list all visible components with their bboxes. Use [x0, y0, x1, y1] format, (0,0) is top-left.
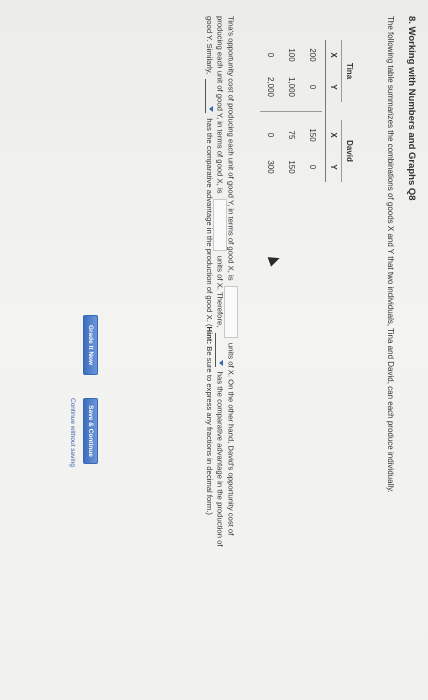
table-cell: 0 — [308, 164, 317, 170]
group-header-tina: Tina — [345, 62, 354, 80]
paragraph-text: has the comparative advantage in the pro… — [205, 118, 214, 327]
intro-text: The following table summarizes the combi… — [386, 16, 395, 493]
column-header: Y — [329, 164, 338, 170]
paragraph-text: producing each unit of good Y, in terms … — [215, 16, 225, 194]
production-table: Tina David X Y X Y 200 0 150 0 100 1,000… — [254, 40, 354, 190]
hint-label: Hint: — [205, 326, 214, 345]
question-page: 8. Working with Numbers and Graphs Q8 Th… — [0, 0, 428, 700]
paragraph-text: has the comparative advantage in the pro… — [215, 371, 225, 547]
table-cell: 300 — [266, 160, 275, 174]
chevron-down-icon — [219, 359, 224, 366]
table-cell: 2,000 — [266, 76, 275, 98]
continue-without-saving-link[interactable]: Continue without saving — [69, 398, 76, 467]
table-cell: 75 — [287, 130, 296, 140]
question-paragraph: Tina's opportunity cost of producing eac… — [205, 16, 238, 576]
paragraph-text: units of X. Therefore, — [215, 255, 225, 328]
paragraph-text: good Y. Similarly, — [205, 16, 214, 75]
advantage-good-x-dropdown[interactable] — [205, 79, 216, 114]
table-cell: 150 — [287, 160, 296, 174]
mouse-cursor-icon — [267, 253, 282, 267]
table-cell: 200 — [308, 48, 317, 62]
advantage-good-y-dropdown[interactable] — [215, 332, 227, 367]
table-cell: 0 — [308, 84, 317, 90]
table-cell: 0 — [266, 52, 275, 58]
column-header: X — [329, 52, 338, 58]
group-header-david: David — [345, 140, 354, 162]
column-header: Y — [329, 84, 338, 90]
question-title: 8. Working with Numbers and Graphs Q8 — [406, 16, 417, 201]
table-cell: 1,000 — [287, 76, 296, 98]
save-continue-button[interactable]: Save & Continue — [83, 398, 98, 464]
paragraph-text: Be sure to express any fractions in deci… — [205, 344, 214, 515]
chevron-down-icon — [209, 106, 213, 113]
grade-it-now-button[interactable]: Grade It Now — [83, 315, 98, 375]
paragraph-text: units of X. On the other hand, David's o… — [226, 342, 236, 536]
table-cell: 0 — [266, 132, 275, 138]
table-cell: 150 — [308, 128, 317, 142]
paragraph-text: Tina's opportunity cost of producing eac… — [226, 16, 236, 281]
table-cell: 100 — [287, 48, 296, 62]
column-header: X — [329, 132, 338, 138]
